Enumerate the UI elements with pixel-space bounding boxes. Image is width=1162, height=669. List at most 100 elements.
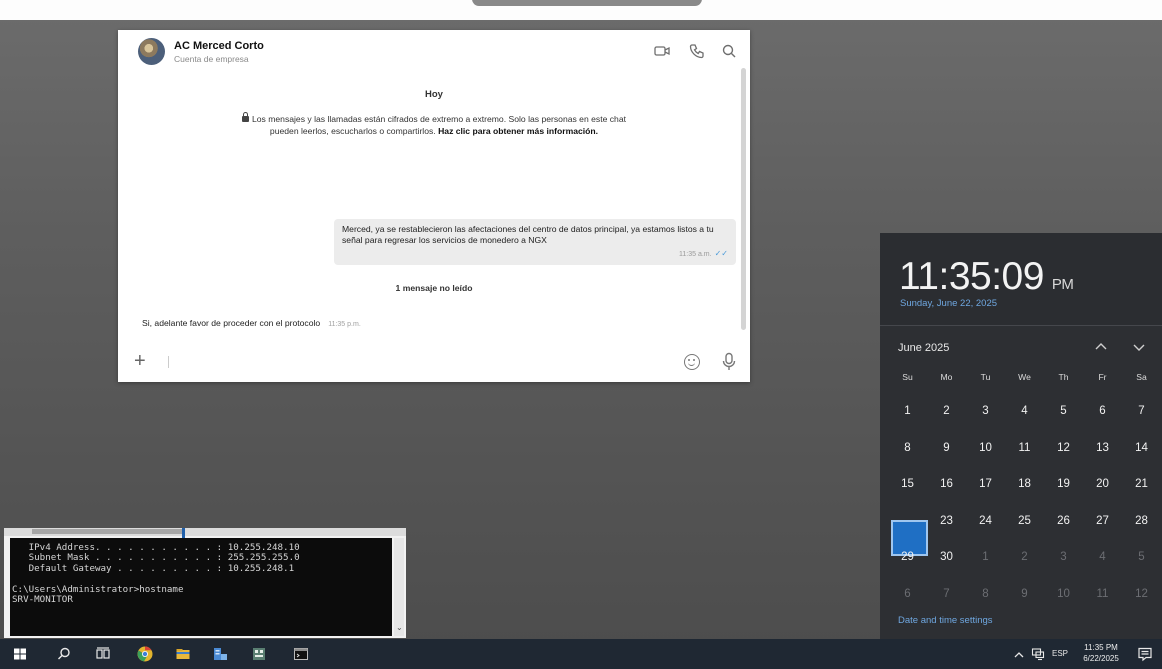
windows-start-icon[interactable] <box>12 646 28 662</box>
calendar-day[interactable]: 10 <box>966 430 1005 467</box>
top-edge <box>0 0 1162 20</box>
command-prompt-window[interactable]: IPv4 Address. . . . . . . . . . . : 10.2… <box>4 528 406 638</box>
taskbar-clock[interactable]: 11:35 PM 6/22/2025 <box>1073 642 1129 664</box>
weekday-label: Mo <box>940 372 953 382</box>
calendar-day[interactable]: 5 <box>1044 393 1083 430</box>
chevron-down-icon[interactable] <box>1130 338 1148 356</box>
taskbar-time: 11:35 PM <box>1084 643 1118 652</box>
weekday-label: Th <box>1058 372 1069 382</box>
calendar-day-next-month[interactable]: 3 <box>1044 539 1083 576</box>
encryption-notice[interactable]: Los mensajes y las llamadas están cifrad… <box>236 112 632 137</box>
contact-name[interactable]: AC Merced Corto <box>174 40 264 52</box>
app-icon[interactable] <box>251 646 267 662</box>
encryption-link[interactable]: Haz clic para obtener más información. <box>438 126 598 136</box>
top-edge-artifact <box>472 0 702 6</box>
lock-icon <box>241 112 249 122</box>
phone-icon[interactable] <box>688 42 706 60</box>
calendar-day[interactable]: 13 <box>1083 430 1122 467</box>
calendar-day[interactable]: 14 <box>1122 430 1161 467</box>
calendar-day[interactable]: 30 <box>927 539 966 576</box>
calendar-day-next-month[interactable]: 11 <box>1083 576 1122 613</box>
calendar-day[interactable]: 24 <box>966 503 1005 540</box>
calendar-day[interactable]: 15 <box>888 466 927 503</box>
chevron-up-icon[interactable] <box>1013 648 1025 660</box>
terminal-title-artifact <box>32 529 182 534</box>
calendar-day[interactable]: 23 <box>927 503 966 540</box>
chrome-icon[interactable] <box>137 646 153 662</box>
calendar-day[interactable]: 21 <box>1122 466 1161 503</box>
network-icon[interactable] <box>1031 647 1045 661</box>
chat-scrollbar[interactable] <box>741 68 746 330</box>
incoming-message[interactable]: Si, adelante favor de proceder con el pr… <box>142 318 361 328</box>
clock-calendar-flyout: 11:35:09 PM Sunday, June 22, 2025 June 20… <box>880 233 1162 639</box>
calendar-day-next-month[interactable]: 9 <box>1005 576 1044 613</box>
calendar-day[interactable]: 2 <box>927 393 966 430</box>
terminal-line: Default Gateway . . . . . . . . . : 10.2… <box>12 562 295 574</box>
calendar-day-next-month[interactable]: 1 <box>966 539 1005 576</box>
calendar-day-next-month[interactable]: 5 <box>1122 539 1161 576</box>
calendar-day[interactable]: 11 <box>1005 430 1044 467</box>
calendar-day[interactable]: 17 <box>966 466 1005 503</box>
unread-separator: 1 mensaje no leído <box>395 283 473 293</box>
notification-icon[interactable] <box>1137 646 1153 662</box>
calendar-day[interactable]: 20 <box>1083 466 1122 503</box>
calendar-day[interactable]: 6 <box>1083 393 1122 430</box>
calendar-day[interactable]: 8 <box>888 430 927 467</box>
calendar-day[interactable]: 28 <box>1122 503 1161 540</box>
video-call-icon[interactable] <box>653 42 671 60</box>
task-view-icon[interactable] <box>95 646 111 662</box>
chat-header[interactable]: AC Merced Corto Cuenta de empresa <box>118 30 750 74</box>
calendar-day-next-month[interactable]: 6 <box>888 576 927 613</box>
scroll-down-icon[interactable]: ⌄ <box>396 623 403 632</box>
message-composer: + <box>118 346 750 382</box>
avatar[interactable] <box>138 38 165 65</box>
incoming-message-time: 11:35 p.m. <box>328 321 361 328</box>
terminal-line: SRV-MONITOR <box>12 593 73 605</box>
message-input[interactable] <box>168 356 169 368</box>
input-language[interactable]: ESP <box>1052 649 1068 658</box>
calendar-day[interactable]: 4 <box>1005 393 1044 430</box>
calendar-day[interactable]: 26 <box>1044 503 1083 540</box>
calendar-day[interactable]: 25 <box>1005 503 1044 540</box>
weekday-label: Sa <box>1136 372 1147 382</box>
calendar-day[interactable]: 3 <box>966 393 1005 430</box>
terminal-scrollbar[interactable] <box>394 538 404 636</box>
calendar-day-next-month[interactable]: 4 <box>1083 539 1122 576</box>
calendar-day[interactable]: 29 <box>888 539 927 576</box>
divider <box>880 325 1162 326</box>
search-icon[interactable] <box>720 42 738 60</box>
search-icon[interactable] <box>56 646 72 662</box>
plus-icon[interactable]: + <box>134 350 146 373</box>
calendar-day[interactable]: 12 <box>1044 430 1083 467</box>
chat-messages[interactable]: Hoy Los mensajes y las llamadas están ci… <box>118 74 750 336</box>
taskbar-date: 6/22/2025 <box>1083 654 1119 663</box>
calendar-day[interactable]: 19 <box>1044 466 1083 503</box>
calendar-day[interactable]: 7 <box>1122 393 1161 430</box>
chevron-up-icon[interactable] <box>1092 338 1110 356</box>
calendar-day[interactable]: 18 <box>1005 466 1044 503</box>
file-explorer-icon[interactable] <box>175 646 191 662</box>
server-manager-icon[interactable] <box>212 646 228 662</box>
calendar-day[interactable]: 1 <box>888 393 927 430</box>
calendar-day-next-month[interactable]: 2 <box>1005 539 1044 576</box>
calendar-day-next-month[interactable]: 8 <box>966 576 1005 613</box>
calendar-grid: 1 2 3 4 5 6 7 8 9 10 11 12 13 14 15 16 1… <box>888 393 1162 612</box>
calendar-day-next-month[interactable]: 10 <box>1044 576 1083 613</box>
calendar-day-next-month[interactable]: 7 <box>927 576 966 613</box>
weekday-label: Fr <box>1098 372 1107 382</box>
date-time-settings-link[interactable]: Date and time settings <box>898 615 993 626</box>
month-label[interactable]: June 2025 <box>898 342 949 354</box>
emoji-icon[interactable] <box>684 354 700 370</box>
microphone-icon[interactable] <box>722 352 736 372</box>
terminal-output[interactable]: IPv4 Address. . . . . . . . . . . : 10.2… <box>10 538 392 636</box>
clock-date-link[interactable]: Sunday, June 22, 2025 <box>900 298 997 309</box>
outgoing-message-bubble[interactable]: Merced, ya se restablecieron las afectac… <box>334 219 736 265</box>
terminal-icon[interactable] <box>293 646 309 662</box>
calendar-day[interactable]: 9 <box>927 430 966 467</box>
calendar-day-next-month[interactable]: 12 <box>1122 576 1161 613</box>
calendar-day[interactable]: 16 <box>927 466 966 503</box>
terminal-title-bar[interactable] <box>4 528 406 536</box>
calendar-day[interactable]: 27 <box>1083 503 1122 540</box>
clock-ampm: PM <box>1051 276 1074 293</box>
